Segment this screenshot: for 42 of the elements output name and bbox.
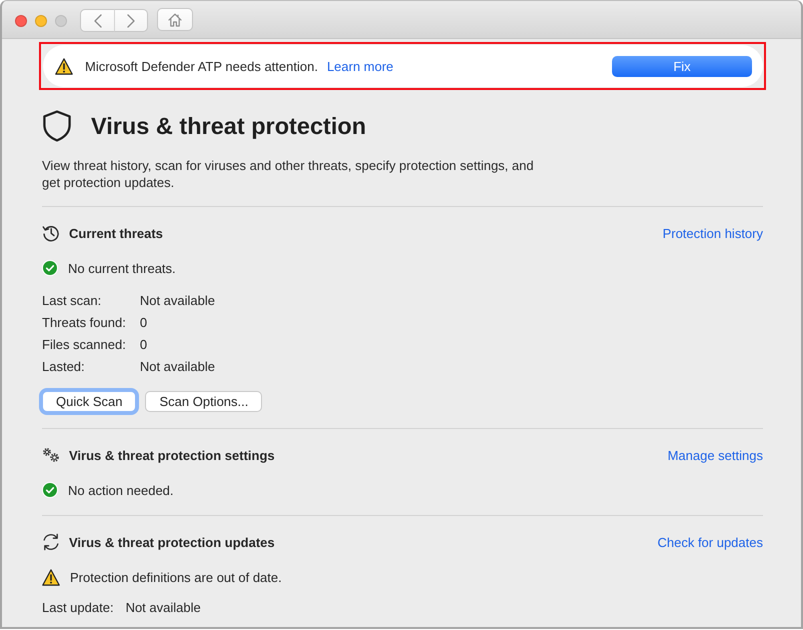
detail-label: Files scanned: (42, 336, 126, 354)
page-title: Virus & threat protection (91, 112, 366, 140)
home-button[interactable] (157, 8, 193, 31)
section-title: Virus & threat protection updates (69, 534, 275, 550)
scan-button[interactable]: Quick Scan (42, 391, 136, 412)
detail-value: 0 (140, 336, 148, 354)
detail-label: Last update: (42, 599, 114, 617)
back-button[interactable] (80, 9, 115, 32)
section-link[interactable]: Manage settings (668, 448, 763, 462)
chevron-right-icon (127, 14, 135, 28)
check-circle-icon (42, 482, 58, 498)
alert-message: Microsoft Defender ATP needs attention. (85, 58, 318, 74)
detail-value: Not available (126, 599, 201, 617)
section-title: Current threats (69, 226, 163, 240)
section-link[interactable]: Check for updates (657, 534, 763, 550)
detail-label: Last scan: (42, 292, 102, 310)
detail-value: Not available (140, 358, 215, 376)
status-text: No action needed. (68, 482, 174, 498)
chevron-left-icon (94, 14, 102, 28)
warning-icon (42, 568, 60, 586)
forward-button[interactable] (114, 9, 148, 32)
status-text: Protection definitions are out of date. (70, 570, 282, 584)
section-link[interactable]: Protection history (662, 226, 763, 240)
status-text: No current threats. (68, 260, 176, 276)
warning-icon (55, 58, 73, 74)
detail-value: 0 (140, 314, 148, 332)
learn-more-link[interactable]: Learn more (326, 58, 394, 74)
home-icon (168, 12, 182, 26)
scan-button[interactable]: Scan Options... (145, 391, 262, 412)
minimize-button[interactable] (35, 14, 47, 26)
close-button[interactable] (15, 14, 27, 26)
page-description: View threat history, scan for viruses and other threats, specify protection settings, and get protection updates. (42, 158, 535, 191)
fix-button[interactable]: Fix (612, 56, 752, 76)
check-circle-icon (42, 260, 58, 276)
shield-icon (42, 110, 72, 142)
section-title: Virus & threat protection settings (69, 448, 275, 462)
sync-icon (42, 533, 60, 551)
detail-label: Lasted: (42, 358, 86, 376)
detail-value: Not available (140, 292, 215, 310)
history-icon (42, 224, 60, 242)
detail-label: Threats found: (42, 314, 126, 332)
gears-icon (42, 447, 60, 463)
